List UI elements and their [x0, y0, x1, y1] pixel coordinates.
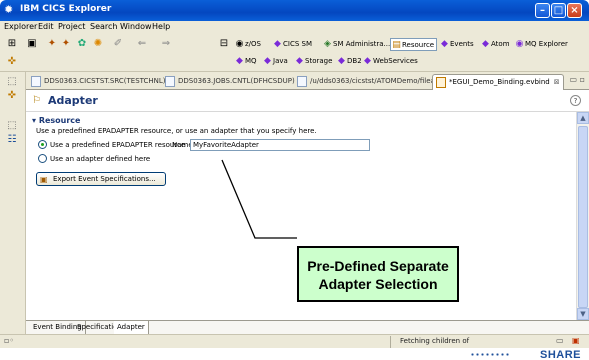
- perspective-events[interactable]: ◆ Events: [439, 38, 474, 51]
- help-icon[interactable]: ?: [570, 95, 581, 106]
- menu-search[interactable]: Search: [90, 22, 117, 31]
- tab-testchnl[interactable]: DDS0363.CICSTST.SRC(TESTCHNL): [28, 74, 166, 90]
- webservices-icon: ◆: [364, 56, 371, 66]
- perspective-atom[interactable]: ◆ Atom: [480, 38, 509, 51]
- menu-help[interactable]: Help: [152, 22, 170, 31]
- mq-icon: ◆: [236, 56, 243, 66]
- editor-page-tabs: Event Binding Specification Adapter: [26, 320, 589, 334]
- perspective-webservices[interactable]: ◆ WebServices: [362, 55, 418, 68]
- perspective-cics-sm[interactable]: ◆ CICS SM: [272, 38, 312, 51]
- perspective-sm-administration[interactable]: ◈ SM Administra...: [322, 38, 390, 51]
- save-icon[interactable]: ▣: [26, 38, 38, 50]
- atom-icon: ◆: [482, 39, 489, 49]
- restore-icon[interactable]: ⬚: [5, 76, 19, 88]
- cics-icon: ◆: [274, 39, 281, 49]
- perspective-switch-icon[interactable]: ⊟: [218, 38, 230, 50]
- scroll-up-icon[interactable]: ▲: [577, 112, 589, 124]
- export-icon: ▣: [40, 175, 48, 184]
- tab-evbind[interactable]: *EGUI_Demo_Binding.evbind ⊠: [432, 74, 564, 90]
- menu-explorer[interactable]: Explorer: [4, 22, 37, 31]
- export-event-specifications-button[interactable]: ▣ Export Event Specifications...: [36, 172, 166, 186]
- main-toolbar: ⊞ ▣ ✦ ✦ ✿ ✺ ✐ ⇐ ⇒ ✜ ⊟ ◉ z/OS ◆ CICS SM ◈ SM…: [0, 34, 589, 72]
- resource-section-title[interactable]: ▾ Resource: [32, 116, 80, 125]
- maximize-button[interactable]: □: [551, 3, 566, 18]
- restore-outline-icon[interactable]: ⬚: [5, 120, 19, 132]
- scroll-down-icon[interactable]: ▼: [577, 308, 589, 320]
- window-title: IBM CICS Explorer: [20, 4, 112, 14]
- file-icon: [297, 76, 307, 87]
- adapter-name-input[interactable]: [190, 139, 370, 151]
- perspective-resource[interactable]: ▤Resource: [390, 38, 438, 51]
- tab-filea[interactable]: /u/dds0363/cicstst/ATOMDemo/filea: [294, 74, 435, 90]
- radio-use-predefined[interactable]: Use a predefined EPADAPTER resource: [38, 140, 185, 150]
- events-icon: ◆: [441, 39, 448, 49]
- navigator-icon[interactable]: ✜: [5, 90, 19, 102]
- run-icon[interactable]: ✿: [76, 38, 88, 50]
- share-logo: SHARE: [539, 349, 581, 360]
- resource-section-description: Use a predefined EPADAPTER resource, or …: [36, 127, 317, 135]
- close-button[interactable]: ×: [567, 3, 582, 18]
- perspective-storage[interactable]: ◆ Storage: [294, 55, 332, 68]
- evbind-file-icon: [436, 77, 446, 88]
- connect-icon[interactable]: ✦: [46, 38, 58, 50]
- back-icon[interactable]: ⇐: [136, 38, 148, 50]
- status-text: Fetching children of: [400, 337, 470, 345]
- maximize-editor-icon[interactable]: ▭ ▫: [569, 75, 585, 84]
- fast-view-icon[interactable]: ▫◦: [4, 336, 14, 345]
- status-bar: ▫◦ Fetching children of ▭ ▣: [0, 334, 589, 348]
- menu-edit[interactable]: Edit: [38, 22, 54, 31]
- callout-box: Pre-Defined Separate Adapter Selection: [297, 246, 459, 302]
- sm-admin-icon: ◈: [324, 39, 331, 49]
- editor-tab-strip: DDS0363.CICSTST.SRC(TESTCHNL) DDS0363.JO…: [26, 72, 589, 90]
- debug-icon[interactable]: ✺: [92, 38, 104, 50]
- vertical-scrollbar[interactable]: ▲ ▼: [576, 112, 589, 320]
- editor-header: ⚐ Adapter ?: [26, 90, 589, 112]
- editor-title: Adapter: [48, 94, 98, 107]
- share-brand-dots: [470, 352, 510, 358]
- callout-line-2: Adapter Selection: [318, 276, 438, 292]
- perspective-mq-explorer[interactable]: ◉ MQ Explorer: [514, 38, 568, 51]
- callout-line-1: Pre-Defined Separate: [307, 258, 449, 274]
- perspective-zos[interactable]: ◉ z/OS: [234, 38, 261, 51]
- resource-icon: ▤: [392, 40, 401, 50]
- menu-window[interactable]: Window: [120, 22, 152, 31]
- mq-explorer-icon: ◉: [515, 39, 524, 49]
- open-perspective-icon[interactable]: ✜: [6, 56, 18, 68]
- tab-dfhcsdup[interactable]: DDS0363.JOBS.CNTL(DFHCSDUP): [162, 74, 295, 90]
- forward-icon[interactable]: ⇒: [160, 38, 172, 50]
- radio-button-selected[interactable]: [38, 140, 47, 149]
- tab-adapter[interactable]: Adapter: [114, 321, 149, 334]
- pen-icon[interactable]: ✐: [112, 38, 124, 50]
- cics-explorer-app-icon: ✹: [4, 3, 14, 16]
- db2-icon: ◆: [338, 56, 345, 66]
- file-icon: [31, 76, 41, 87]
- progress-view-icon[interactable]: ▭: [556, 336, 564, 345]
- perspective-db2[interactable]: ◆ DB2: [336, 55, 362, 68]
- collapse-icon: ▾: [32, 116, 39, 125]
- radio-button-unselected[interactable]: [38, 154, 47, 163]
- zos-icon: ◉: [235, 39, 244, 49]
- file-icon: [165, 76, 175, 87]
- title-bar: ✹ IBM CICS Explorer – □ ×: [0, 0, 589, 21]
- error-log-icon[interactable]: ▣: [572, 336, 580, 345]
- scrollbar-thumb[interactable]: [578, 126, 588, 308]
- java-icon: ◆: [264, 56, 271, 66]
- status-separator: [390, 336, 391, 348]
- minimize-button[interactable]: –: [535, 3, 550, 18]
- perspective-mq[interactable]: ◆ MQ: [234, 55, 257, 68]
- radio-use-defined-here[interactable]: Use an adapter defined here: [38, 154, 150, 164]
- close-tab-icon[interactable]: ⊠: [554, 78, 560, 86]
- menu-project[interactable]: Project: [58, 22, 85, 31]
- menu-bar: Explorer Edit Project Search Window Help: [0, 21, 589, 34]
- adapter-icon: ⚐: [32, 95, 41, 106]
- perspective-java[interactable]: ◆ Java: [262, 55, 288, 68]
- disconnect-icon[interactable]: ✦: [60, 38, 72, 50]
- left-trim-bar: ⬚ ✜ ⬚ ☷: [0, 72, 26, 344]
- new-icon[interactable]: ⊞: [6, 38, 18, 50]
- outline-icon[interactable]: ☷: [5, 134, 19, 146]
- storage-icon: ◆: [296, 56, 303, 66]
